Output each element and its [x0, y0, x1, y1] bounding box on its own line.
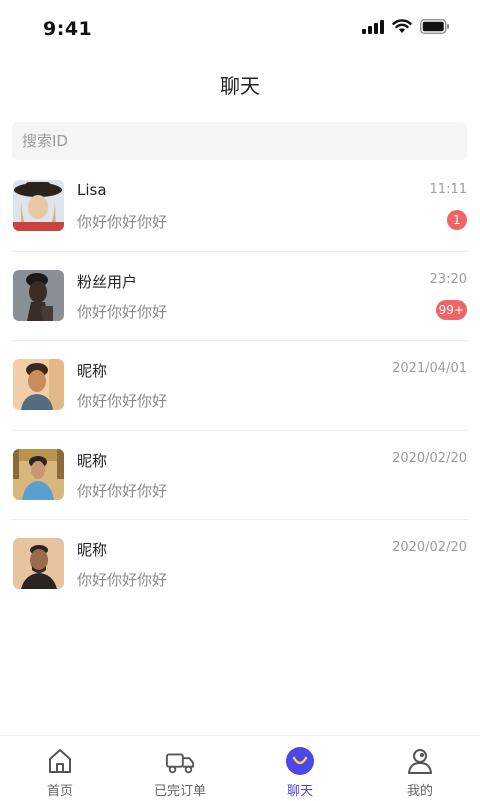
chat-message: 你好你好你好: [77, 571, 168, 589]
chat-time: 11:11: [429, 182, 467, 197]
chat-time: 2021/04/01: [392, 361, 467, 376]
chat-time: 2020/02/20: [392, 540, 467, 555]
tab-label: 聊天: [286, 784, 313, 799]
chat-name: 粉丝用户: [77, 272, 138, 291]
chat-name: Lisa: [77, 181, 107, 199]
avatar: [13, 269, 64, 321]
chat-message: 你好你好你好: [77, 481, 168, 500]
battery-icon: [420, 19, 450, 38]
home-icon: [45, 746, 75, 776]
chat-list-item[interactable]: 粉丝用户 你好你好你好 23:20 99+: [0, 252, 480, 342]
chat-name: 昵称: [77, 451, 108, 470]
tab-chat[interactable]: 聊天: [240, 736, 360, 801]
status-time: 9:41: [43, 18, 93, 40]
unread-badge: 1: [447, 210, 467, 230]
wifi-icon: [392, 19, 412, 38]
tab-orders[interactable]: 已完订单: [120, 736, 240, 801]
chat-message: 你好你好你好: [77, 213, 168, 231]
tab-label: 已完订单: [153, 784, 206, 799]
tab-home[interactable]: 首页: [0, 736, 120, 801]
chat-time: 2020/02/20: [392, 450, 467, 466]
signal-icon: [362, 19, 384, 38]
status-icons: [362, 19, 450, 38]
tab-label: 我的: [406, 784, 433, 799]
user-icon: [405, 746, 435, 776]
avatar: [13, 538, 64, 589]
chat-message: 你好你好你好: [77, 302, 168, 321]
chat-list-item[interactable]: 昵称 你好你好你好 2021/04/01: [0, 341, 480, 431]
search-input[interactable]: [20, 131, 459, 151]
chat-time: 23:20: [429, 271, 467, 287]
tab-profile[interactable]: 我的: [360, 736, 480, 801]
page-title: 聊天: [220, 74, 260, 98]
chat-name: 昵称: [77, 541, 108, 559]
truck-icon: [165, 746, 195, 776]
search-box[interactable]: [12, 122, 467, 160]
status-bar: 9:41: [0, 0, 480, 56]
chat-list-item[interactable]: 昵称 你好你好你好 2020/02/20: [0, 431, 480, 521]
chat-name: 昵称: [77, 362, 108, 380]
chat-smile-icon: [285, 746, 315, 776]
chat-list-item[interactable]: Lisa 你好你好你好 11:11 1: [0, 162, 480, 252]
chat-message: 你好你好你好: [77, 392, 168, 410]
tab-label: 首页: [46, 784, 73, 799]
avatar: [13, 359, 64, 410]
chat-list-item[interactable]: 昵称 你好你好你好 2020/02/20: [0, 520, 480, 610]
unread-badge: 99+: [435, 299, 467, 320]
avatar: [13, 180, 64, 231]
avatar: [13, 448, 64, 500]
tab-bar: 首页 已完订单 聊天 我的: [0, 735, 480, 801]
chat-list: Lisa 你好你好你好 11:11 1 粉丝用户 你好你好你好 23:20 99…: [0, 162, 480, 610]
